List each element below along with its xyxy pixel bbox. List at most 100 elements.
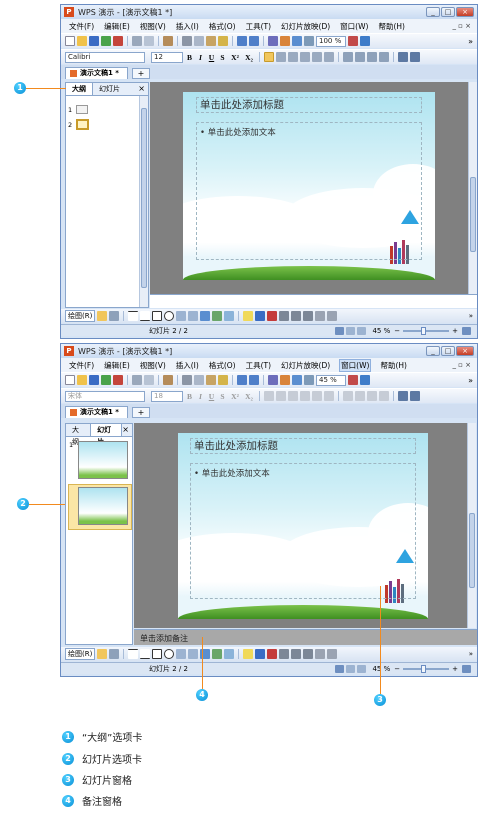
sorter-view-icon[interactable] <box>346 664 356 673</box>
save-icon[interactable] <box>89 375 99 385</box>
slide-thumbnail[interactable] <box>78 441 128 479</box>
3d-style-icon[interactable] <box>327 311 338 321</box>
panel-scrollbar[interactable] <box>139 96 148 307</box>
formula-icon[interactable] <box>268 375 278 385</box>
numbering-icon[interactable] <box>343 52 353 62</box>
redo-icon[interactable] <box>249 36 259 46</box>
hyperlink-icon[interactable] <box>304 36 314 46</box>
arrow-style-icon[interactable] <box>303 311 314 321</box>
font-shrink-icon[interactable] <box>410 391 420 401</box>
chart-icon[interactable] <box>280 36 290 46</box>
distribute-icon[interactable] <box>312 52 322 62</box>
panel-close-button[interactable]: × <box>138 83 145 95</box>
shadow-style-icon[interactable] <box>315 649 326 659</box>
title-placeholder[interactable]: 单击此处添加标题 <box>196 97 422 113</box>
tab-outline[interactable]: 大纲 <box>66 83 93 95</box>
menu-window[interactable]: 窗口(W) <box>339 358 372 372</box>
arrow-icon[interactable] <box>140 649 151 659</box>
hyperlink-icon[interactable] <box>304 375 314 385</box>
menu-format[interactable]: 格式(O) <box>209 360 236 371</box>
menu-insert[interactable]: 插入(I) <box>176 360 199 371</box>
font-color-icon[interactable] <box>267 649 278 659</box>
new-document-button[interactable]: + <box>131 68 150 79</box>
slide-thumbnail-selected[interactable] <box>78 487 128 525</box>
font-grow-icon[interactable] <box>398 391 408 401</box>
rectangle-icon[interactable] <box>152 649 163 659</box>
body-placeholder[interactable]: • 单击此处添加文本 <box>196 122 422 260</box>
new-icon[interactable] <box>65 375 75 385</box>
help-icon[interactable] <box>360 375 370 385</box>
maximize-button[interactable]: □ <box>441 7 455 17</box>
pdf-icon[interactable] <box>113 36 123 46</box>
zoom-slider[interactable] <box>403 664 450 673</box>
document-window-controls[interactable]: _ ▫ × <box>452 361 471 369</box>
drawbar-overflow-icon[interactable]: » <box>469 312 473 320</box>
normal-view-icon[interactable] <box>335 326 345 335</box>
print-icon[interactable] <box>132 36 142 46</box>
align-left-icon[interactable] <box>264 52 274 62</box>
shadow-button[interactable]: S <box>218 53 227 62</box>
fill-color-icon[interactable] <box>243 311 254 321</box>
menu-view[interactable]: 视图(V) <box>140 360 166 371</box>
slide-canvas[interactable]: 单击此处添加标题 • 单击此处添加文本 <box>178 433 428 619</box>
superscript-button[interactable]: X² <box>229 392 241 401</box>
menu-slideshow[interactable]: 幻灯片放映(D) <box>281 360 330 371</box>
wordart-icon[interactable] <box>200 311 211 321</box>
panel-close-button[interactable]: × <box>122 424 129 436</box>
normal-view-icon[interactable] <box>335 664 345 673</box>
indent-increase-icon[interactable] <box>379 52 389 62</box>
bold-button[interactable]: B <box>185 392 194 401</box>
menu-file[interactable]: 文件(F) <box>69 21 94 32</box>
traditional-chinese-icon[interactable] <box>163 36 173 46</box>
undo-icon[interactable] <box>237 375 247 385</box>
ellipse-icon[interactable] <box>164 649 175 659</box>
align-center-icon[interactable] <box>276 52 286 62</box>
diagram-icon[interactable] <box>212 649 223 659</box>
print-preview-icon[interactable] <box>144 375 154 385</box>
menu-tools[interactable]: 工具(T) <box>246 21 271 32</box>
print-preview-icon[interactable] <box>144 36 154 46</box>
line-style-icon[interactable] <box>279 311 290 321</box>
zoom-combo[interactable]: 45 % <box>316 374 346 386</box>
superscript-button[interactable]: X² <box>229 53 241 62</box>
underline-button[interactable]: U <box>207 392 216 401</box>
menu-help[interactable]: 帮助(H) <box>380 360 407 371</box>
slide-scrollbar[interactable] <box>468 82 477 294</box>
tab-slides[interactable]: 幻灯片 <box>91 424 123 446</box>
document-tab[interactable]: 演示文稿1 * <box>65 67 128 79</box>
shadow-style-icon[interactable] <box>315 311 326 321</box>
zoom-out-button[interactable]: − <box>394 327 400 335</box>
menu-format[interactable]: 格式(O) <box>209 21 236 32</box>
paste-icon[interactable] <box>206 375 216 385</box>
menu-slideshow[interactable]: 幻灯片放映(D) <box>281 21 330 32</box>
distribute-icon[interactable] <box>312 391 322 401</box>
slide-scrollbar-thumb[interactable] <box>469 513 475 588</box>
format-painter-icon[interactable] <box>218 36 228 46</box>
help-icon[interactable] <box>360 36 370 46</box>
picture-icon[interactable] <box>224 311 235 321</box>
zoom-slider[interactable] <box>403 326 450 335</box>
table-icon[interactable] <box>292 375 302 385</box>
maximize-button[interactable]: □ <box>441 346 455 356</box>
justify-icon[interactable] <box>300 391 310 401</box>
slide-canvas[interactable]: 单击此处添加标题 • 单击此处添加文本 <box>183 92 435 280</box>
menu-insert[interactable]: 插入(I) <box>176 21 199 32</box>
slide-scrollbar[interactable] <box>467 423 476 628</box>
panel-scrollbar-thumb[interactable] <box>141 108 147 288</box>
align-right-icon[interactable] <box>288 391 298 401</box>
export-icon[interactable] <box>101 36 111 46</box>
new-icon[interactable] <box>65 36 75 46</box>
diagram-icon[interactable] <box>212 311 223 321</box>
line-icon[interactable] <box>128 311 139 321</box>
menu-view[interactable]: 视图(V) <box>140 21 166 32</box>
redo-icon[interactable] <box>249 375 259 385</box>
menu-help[interactable]: 帮助(H) <box>378 21 405 32</box>
spellcheck-icon[interactable] <box>348 375 358 385</box>
line-spacing-icon[interactable] <box>324 52 334 62</box>
print-icon[interactable] <box>132 375 142 385</box>
underline-button[interactable]: U <box>207 53 216 62</box>
copy-icon[interactable] <box>194 375 204 385</box>
toolbar-overflow-icon[interactable]: » <box>468 37 473 46</box>
outline-slide-icon-selected[interactable] <box>76 119 89 130</box>
line-spacing-icon[interactable] <box>324 391 334 401</box>
